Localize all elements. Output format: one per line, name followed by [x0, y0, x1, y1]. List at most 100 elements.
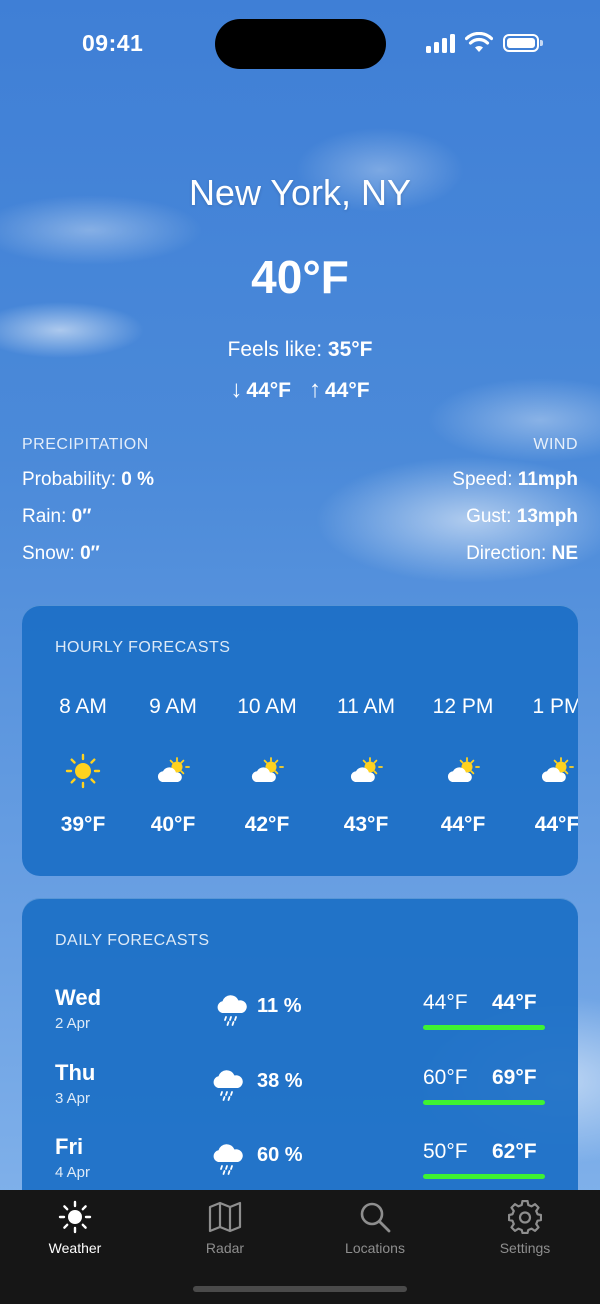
- wind-speed-label: Speed:: [452, 469, 513, 490]
- low-temp: 44°F: [246, 379, 291, 402]
- hour-temp: 44°F: [534, 813, 578, 836]
- city-name: New York, NY: [188, 172, 412, 213]
- feels-like-label: Feels like:: [227, 338, 323, 361]
- hour-temp: 40°F: [150, 813, 196, 836]
- precip-probability: Probability: 0 %: [22, 469, 154, 491]
- cellular-signal-icon: [426, 33, 455, 53]
- battery-icon: [503, 34, 543, 52]
- status-time: 09:41: [82, 30, 144, 56]
- day-high: 62°F: [492, 1140, 537, 1163]
- temperature-range-bar: [423, 1174, 545, 1179]
- day-date: 3 Apr: [55, 1090, 91, 1107]
- day-high: 44°F: [492, 991, 537, 1014]
- hour-temp: 39°F: [60, 813, 106, 836]
- wind-section: WIND Speed: 11mph Gust: 13mph Direction:…: [452, 436, 578, 565]
- day-high: 69°F: [492, 1066, 537, 1089]
- feels-like: Feels like: 35°F: [0, 338, 600, 362]
- hourly-forecast-title: HOURLY FORECASTS: [55, 639, 231, 656]
- tab-radar[interactable]: Radar: [150, 1200, 300, 1256]
- rain-cloud-icon: [217, 995, 247, 1026]
- tab-label: Weather: [48, 1240, 102, 1256]
- precip-probability: 38 %: [257, 1070, 303, 1092]
- wind-direction-label: Direction:: [466, 543, 547, 564]
- tab-weather[interactable]: Weather: [0, 1200, 150, 1256]
- hourly-item: 1 PM 44°F: [507, 695, 578, 837]
- hour-label: 1 PM: [532, 695, 578, 718]
- tab-label: Settings: [499, 1240, 551, 1256]
- wind-gust: Gust: 13mph: [452, 506, 578, 528]
- arrow-up-icon: ↑: [309, 376, 321, 403]
- hourly-item: 12 PM 44°F: [413, 695, 513, 837]
- hour-temp: 43°F: [343, 813, 389, 836]
- daily-forecast-title: DAILY FORECASTS: [55, 932, 210, 949]
- partly-cloudy-icon: [251, 757, 284, 782]
- temperature-range-bar: [423, 1100, 545, 1105]
- low-high-range: ↓ 44°F ↑ 44°F: [0, 376, 600, 404]
- day-low: 60°F: [423, 1066, 468, 1089]
- hourly-item: 11 AM 43°F: [316, 695, 416, 837]
- hour-label: 10 AM: [237, 695, 297, 718]
- day-date: 2 Apr: [55, 1015, 91, 1032]
- precip-snow-value: 0″: [80, 543, 100, 564]
- hourly-item: 10 AM 42°F: [217, 695, 317, 837]
- hour-temp: 42°F: [244, 813, 290, 836]
- tab-label: Radar: [205, 1240, 245, 1256]
- precip-probability: 11 %: [257, 995, 302, 1017]
- wind-direction: Direction: NE: [452, 543, 578, 565]
- day-name: Wed: [55, 985, 102, 1010]
- rain-cloud-icon: [213, 1070, 243, 1101]
- magnifier-icon: [360, 1202, 391, 1233]
- status-bar: 09:41: [0, 0, 600, 90]
- hourly-item: 9 AM 40°F: [123, 695, 223, 837]
- hour-label: 8 AM: [59, 695, 107, 718]
- feels-like-value: 35°F: [327, 338, 373, 361]
- precipitation-section: PRECIPITATION Probability: 0 % Rain: 0″ …: [22, 436, 154, 565]
- day-date: 4 Apr: [55, 1164, 91, 1181]
- daily-row[interactable]: Thu 3 Apr 38 % 60°F 69°F: [22, 1060, 578, 1130]
- hourly-forecast-card[interactable]: HOURLY FORECASTS 8 AM 39°F 9 AM 40°F 10 …: [22, 605, 578, 876]
- current-temperature: 40°F: [251, 251, 349, 303]
- home-indicator[interactable]: [193, 1286, 407, 1292]
- wind-speed: Speed: 11mph: [452, 469, 578, 491]
- wifi-icon: [465, 32, 493, 52]
- precip-snow: Snow: 0″: [22, 543, 154, 565]
- precip-rain-label: Rain:: [22, 506, 67, 527]
- precip-snow-label: Snow:: [22, 543, 75, 564]
- precip-probability-value: 0 %: [121, 469, 155, 490]
- day-low: 50°F: [423, 1140, 468, 1163]
- partly-cloudy-icon: [350, 757, 383, 782]
- hour-label: 12 PM: [432, 695, 494, 718]
- precip-rain-value: 0″: [71, 506, 92, 527]
- tab-locations[interactable]: Locations: [300, 1200, 450, 1256]
- arrow-down-icon: ↓: [230, 376, 243, 403]
- precipitation-title: PRECIPITATION: [22, 436, 149, 453]
- partly-cloudy-icon: [541, 757, 574, 782]
- day-name: Thu: [55, 1060, 96, 1085]
- gear-icon: [508, 1200, 542, 1234]
- dynamic-island: [215, 19, 386, 69]
- wind-speed-value: 11mph: [517, 469, 578, 490]
- hour-label: 11 AM: [337, 695, 395, 718]
- partly-cloudy-icon: [157, 757, 190, 782]
- precip-probability-label: Probability:: [22, 469, 116, 490]
- hour-temp: 44°F: [440, 813, 486, 836]
- hourly-forecast-scroller[interactable]: 8 AM 39°F 9 AM 40°F 10 AM 42°F 11 AM 43°…: [22, 695, 578, 855]
- precip-probability: 60 %: [257, 1144, 303, 1166]
- partly-cloudy-icon: [447, 757, 480, 782]
- temperature-range-bar: [423, 1025, 545, 1030]
- precip-rain: Rain: 0″: [22, 506, 154, 528]
- wind-direction-value: NE: [551, 543, 578, 564]
- wind-gust-label: Gust:: [466, 506, 512, 527]
- hourly-item: 8 AM 39°F: [33, 695, 133, 837]
- rain-cloud-icon: [213, 1144, 243, 1175]
- hour-label: 9 AM: [149, 695, 197, 718]
- wind-gust-value: 13mph: [516, 506, 578, 527]
- wind-title: WIND: [533, 436, 578, 453]
- sun-icon: [58, 1200, 92, 1234]
- tab-settings[interactable]: Settings: [450, 1200, 600, 1256]
- daily-forecast-card[interactable]: DAILY FORECASTS Wed 2 Apr 11 % 44°F 44°F…: [22, 898, 578, 1228]
- daily-row[interactable]: Wed 2 Apr 11 % 44°F 44°F: [22, 985, 578, 1055]
- day-low: 44°F: [423, 991, 468, 1014]
- map-icon: [208, 1201, 242, 1233]
- day-name: Fri: [55, 1134, 84, 1159]
